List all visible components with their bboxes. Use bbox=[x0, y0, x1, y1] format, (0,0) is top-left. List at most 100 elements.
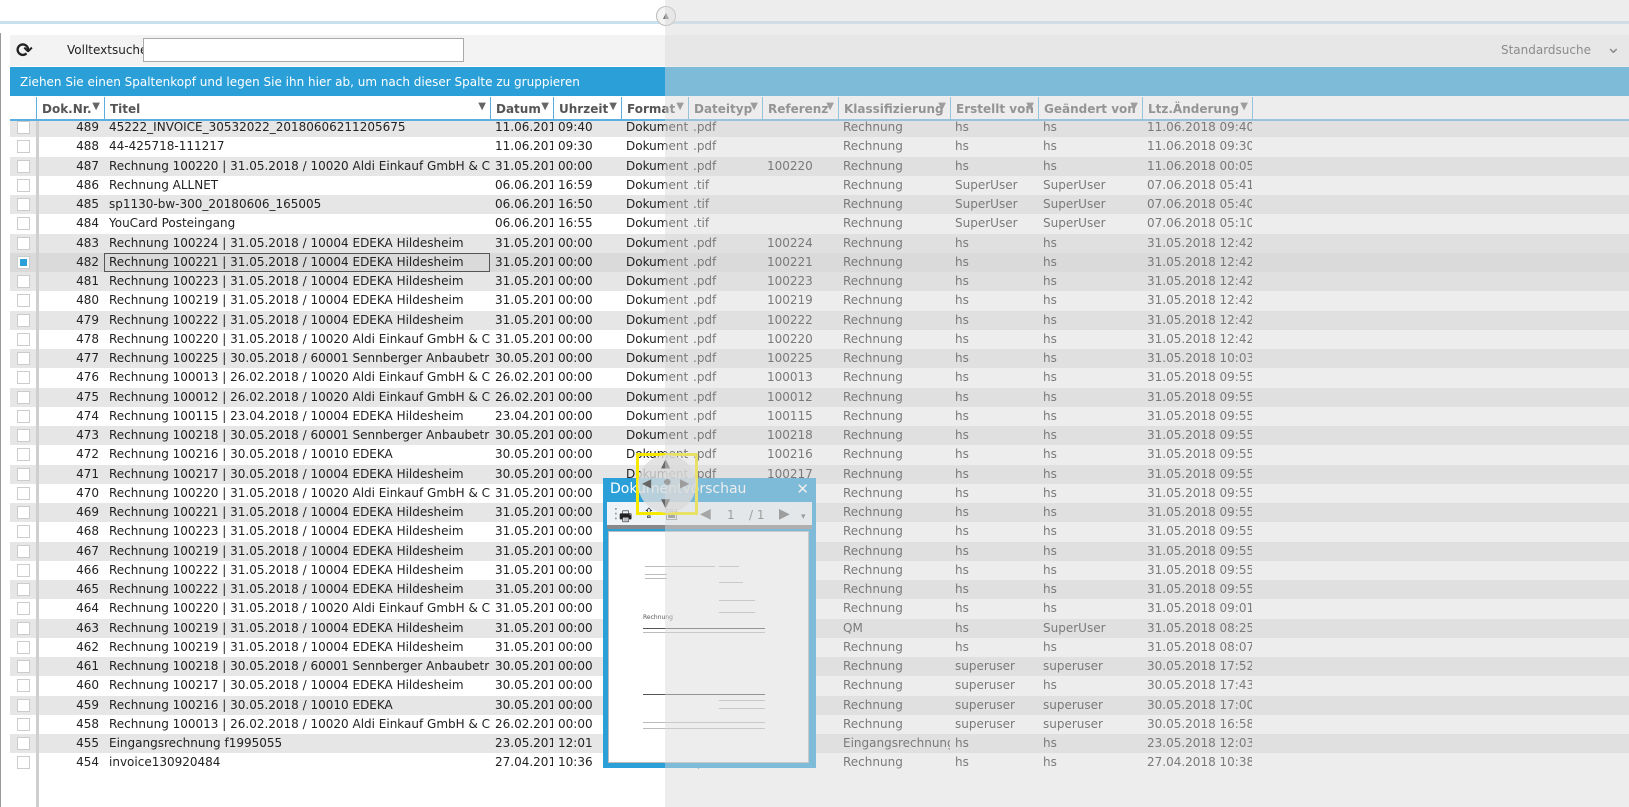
cell-date: 23.04.2018 bbox=[495, 408, 553, 423]
cell-title: Rechnung 100013 | 26.02.2018 / 10020 Ald… bbox=[109, 716, 490, 731]
row-checkbox[interactable] bbox=[17, 660, 30, 673]
filter-icon[interactable]: ▼ bbox=[541, 101, 549, 112]
row-checkbox[interactable] bbox=[17, 640, 30, 654]
cell-doc-nr: 470 bbox=[76, 485, 99, 500]
cell-time: 00:00 bbox=[558, 370, 593, 385]
cell-doc-nr: 469 bbox=[76, 505, 99, 519]
refresh-icon[interactable]: ⟳ bbox=[16, 38, 33, 62]
cell-doc-nr: 460 bbox=[76, 678, 99, 693]
cell-title: Rechnung 100222 | 31.05.2018 / 10004 EDE… bbox=[109, 582, 464, 596]
cell-title: Rechnung 100219 | 31.05.2018 / 10004 EDE… bbox=[109, 293, 464, 308]
row-checkbox[interactable] bbox=[17, 178, 30, 192]
filter-icon[interactable]: ▼ bbox=[478, 101, 486, 112]
cell-doc-nr: 484 bbox=[76, 216, 99, 231]
cell-date: 31.05.2018 bbox=[495, 485, 553, 500]
row-checkbox[interactable] bbox=[17, 236, 30, 250]
row-checkbox[interactable] bbox=[17, 409, 30, 423]
row-checkbox[interactable] bbox=[17, 698, 30, 712]
cell-title: Eingangsrechnung f1995055 bbox=[109, 736, 283, 750]
row-checkbox[interactable] bbox=[17, 525, 30, 539]
cell-date: 06.06.2018 bbox=[495, 216, 553, 231]
cell-date: 30.05.2018 bbox=[495, 697, 553, 712]
cell-date: 30.05.2018 bbox=[495, 351, 553, 365]
cell-doc-nr: 455 bbox=[76, 736, 99, 750]
print-icon[interactable]: 🖶 bbox=[619, 506, 632, 530]
cell-doc-nr: 474 bbox=[76, 408, 99, 423]
row-checkbox[interactable] bbox=[17, 275, 30, 288]
cell-title: YouCard Posteingang bbox=[109, 216, 236, 231]
cell-title: Rechnung 100219 | 31.05.2018 / 10004 EDE… bbox=[109, 639, 464, 654]
cell-time: 00:00 bbox=[558, 428, 593, 442]
cell-title: Rechnung 100221 | 31.05.2018 / 10004 EDE… bbox=[109, 505, 464, 519]
cell-doc-nr: 471 bbox=[76, 466, 99, 481]
cell-doc-nr: 479 bbox=[76, 312, 99, 327]
cell-date: 30.05.2018 bbox=[495, 428, 553, 442]
cell-time: 09:30 bbox=[558, 139, 593, 154]
column-header-time[interactable]: Uhrzeit ▼ bbox=[553, 97, 621, 119]
column-header-label: Dok.Nr. bbox=[42, 102, 92, 116]
cell-title: Rechnung 100216 | 30.05.2018 / 10010 EDE… bbox=[109, 447, 393, 462]
cell-time: 16:59 bbox=[558, 177, 593, 192]
cell-title: Rechnung 100217 | 30.05.2018 / 10004 EDE… bbox=[109, 678, 464, 693]
cell-date: 30.05.2018 bbox=[495, 447, 553, 462]
cell-title: sp1130-bw-300_20180606_165005 bbox=[109, 197, 322, 211]
column-header-date[interactable]: Datum ▼ bbox=[490, 97, 553, 119]
cell-date: 31.05.2018 bbox=[495, 582, 553, 596]
filter-icon[interactable]: ▼ bbox=[609, 101, 617, 112]
row-checkbox[interactable] bbox=[17, 294, 30, 308]
dock-left-icon[interactable]: ◀ bbox=[642, 476, 651, 490]
row-checkbox[interactable] bbox=[17, 506, 30, 519]
cell-doc-nr: 476 bbox=[76, 370, 99, 385]
cell-date: 31.05.2018 bbox=[495, 293, 553, 308]
cell-time: 00:00 bbox=[558, 312, 593, 327]
row-checkbox[interactable] bbox=[17, 371, 30, 385]
row-checkbox[interactable] bbox=[17, 621, 30, 635]
cell-title: Rechnung 100219 | 31.05.2018 / 10004 EDE… bbox=[109, 543, 464, 558]
row-checkbox[interactable] bbox=[17, 679, 30, 693]
row-checkbox[interactable] bbox=[17, 602, 30, 616]
column-header-label: Titel bbox=[110, 102, 141, 116]
cell-doc-nr: 478 bbox=[76, 331, 99, 346]
fulltext-search-input[interactable] bbox=[143, 38, 464, 62]
row-checkbox[interactable] bbox=[17, 390, 30, 404]
cell-title: Rechnung 100225 | 30.05.2018 / 60001 Sen… bbox=[109, 351, 490, 365]
cell-date: 31.05.2018 bbox=[495, 505, 553, 519]
row-checkbox[interactable] bbox=[17, 583, 30, 596]
row-checkbox[interactable] bbox=[17, 467, 30, 481]
cell-date: 11.06.2018 bbox=[495, 139, 553, 154]
row-checkbox[interactable] bbox=[17, 198, 30, 211]
row-checkbox[interactable] bbox=[17, 717, 30, 731]
row-checkbox[interactable] bbox=[17, 255, 30, 269]
cell-title: Rechnung 100224 | 31.05.2018 / 10004 EDE… bbox=[109, 235, 464, 250]
row-checkbox[interactable] bbox=[17, 140, 30, 154]
cell-doc-nr: 488 bbox=[76, 139, 99, 154]
row-checkbox[interactable] bbox=[17, 429, 30, 442]
row-checkbox[interactable] bbox=[17, 756, 30, 770]
cell-date: 26.02.2018 bbox=[495, 389, 553, 404]
row-checkbox[interactable] bbox=[17, 486, 30, 500]
row-checkbox[interactable] bbox=[17, 563, 30, 577]
column-header-doc-nr[interactable]: Dok.Nr. ▼ bbox=[36, 97, 104, 119]
row-checkbox[interactable] bbox=[17, 313, 30, 327]
cell-date: 30.05.2018 bbox=[495, 466, 553, 481]
cell-doc-nr: 467 bbox=[76, 543, 99, 558]
column-header-label: Datum bbox=[496, 102, 541, 116]
cell-date: 06.06.2018 bbox=[495, 177, 553, 192]
cell-title: Rechnung 100217 | 30.05.2018 / 10004 EDE… bbox=[109, 466, 464, 481]
row-checkbox[interactable] bbox=[17, 448, 30, 462]
cell-time: 00:00 bbox=[558, 408, 593, 423]
row-checkbox[interactable] bbox=[17, 737, 30, 750]
cell-date: 31.05.2018 bbox=[495, 543, 553, 558]
filter-icon[interactable]: ▼ bbox=[92, 101, 100, 112]
left-frame bbox=[0, 33, 2, 807]
row-checkbox[interactable] bbox=[17, 544, 30, 558]
row-checkbox[interactable] bbox=[17, 217, 30, 231]
row-checkbox[interactable] bbox=[17, 159, 30, 173]
cell-title: 44-425718-111217 bbox=[109, 139, 225, 154]
row-checkbox[interactable] bbox=[17, 121, 30, 134]
row-checkbox[interactable] bbox=[17, 352, 30, 365]
cell-time: 00:00 bbox=[558, 389, 593, 404]
cell-doc-nr: 466 bbox=[76, 562, 99, 577]
row-checkbox[interactable] bbox=[17, 332, 30, 346]
column-header-title[interactable]: Titel ▼ bbox=[104, 97, 490, 119]
